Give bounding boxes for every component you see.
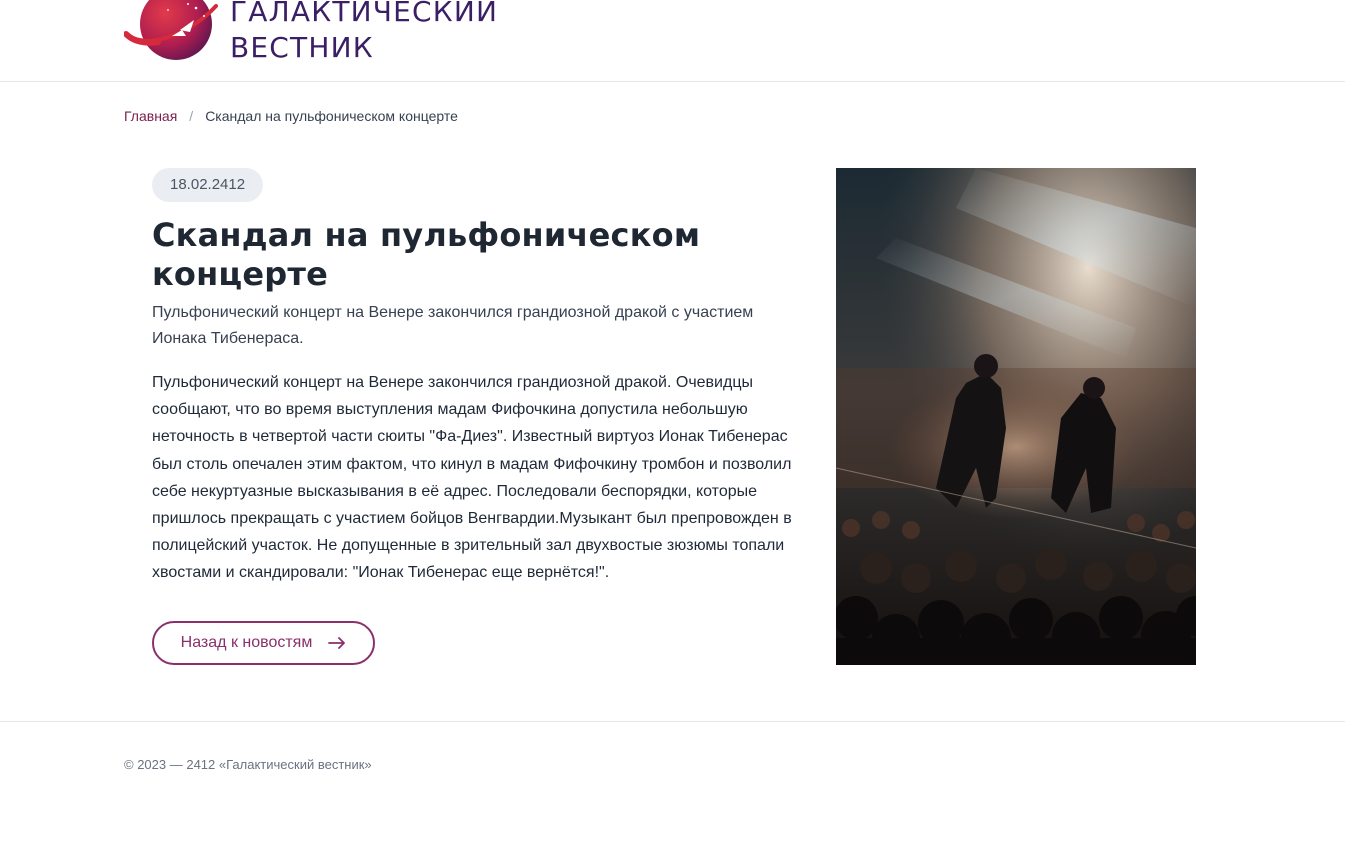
back-to-news-button[interactable]: Назад к новостям — [152, 621, 375, 665]
article-date-badge: 18.02.2412 — [152, 168, 264, 202]
article-title: Скандал на пульфоническом концерте — [152, 216, 701, 293]
site-footer: © 2023 — 2412 «Галактический вестник» — [0, 721, 1345, 850]
arrow-right-icon — [328, 637, 346, 649]
site-logo[interactable]: ГАЛАКТИЧЕСКИЙ ВЕСТНИК — [124, 0, 498, 66]
site-header: ГАЛАКТИЧЕСКИЙ ВЕСТНИК — [0, 0, 1345, 82]
site-title: ГАЛАКТИЧЕСКИЙ ВЕСТНИК — [230, 0, 498, 66]
back-to-news-label: Назад к новостям — [180, 634, 313, 651]
breadcrumb-separator: / — [189, 108, 194, 124]
article-body: Пульфонический концерт на Венере закончи… — [152, 374, 792, 582]
breadcrumb: Главная / Скандал на пульфоническом конц… — [124, 107, 458, 125]
concert-fight-illustration — [836, 168, 1196, 665]
article-lead: Пульфонический концерт на Венере закончи… — [152, 304, 754, 347]
rocket-planet-icon — [124, 0, 218, 60]
site-title-line1: ГАЛАКТИЧЕСКИЙ — [230, 0, 499, 28]
breadcrumb-home-link[interactable]: Главная — [124, 107, 177, 125]
footer-copyright: © 2023 — 2412 «Галактический вестник» — [124, 757, 372, 772]
site-title-line2: ВЕСТНИК — [230, 31, 374, 64]
breadcrumb-current: Скандал на пульфоническом концерте — [205, 108, 458, 124]
article-image — [836, 168, 1196, 665]
article: 18.02.2412 Скандал на пульфоническом кон… — [152, 168, 812, 587]
